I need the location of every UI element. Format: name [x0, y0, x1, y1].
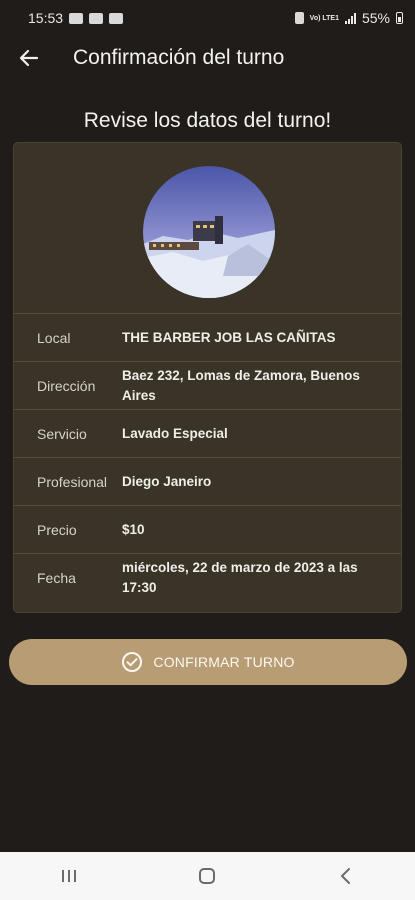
recent-apps-icon [62, 870, 77, 882]
signal-icon [344, 12, 356, 24]
recent-apps-button[interactable] [39, 856, 99, 896]
detail-value: miércoles, 22 de marzo de 2023 a las 17:… [122, 559, 358, 595]
detail-value: Baez 232, Lomas de Zamora, Buenos Aires [122, 367, 360, 403]
detail-row-profesional: Profesional Diego Janeiro [14, 457, 401, 505]
detail-row-precio: Precio $10 [14, 505, 401, 553]
battery-percent: 55% [361, 10, 390, 26]
app-bar: Confirmación del turno [0, 36, 415, 80]
back-button[interactable] [8, 37, 50, 79]
arrow-left-icon [19, 49, 39, 67]
shop-photo [143, 166, 275, 298]
system-nav-bar [0, 852, 415, 900]
detail-label: Local [37, 329, 71, 346]
page-title: Confirmación del turno [73, 46, 285, 69]
back-nav-button[interactable] [316, 856, 376, 896]
detail-label: Fecha [37, 569, 76, 586]
shop-avatar [143, 166, 275, 298]
notification-icon [69, 12, 84, 24]
appointment-card: Local THE BARBER JOB LAS CAÑITAS Direcci… [13, 142, 402, 613]
detail-value: Diego Janeiro [122, 473, 212, 489]
status-time: 15:53 [28, 10, 64, 26]
check-notification-icon [89, 12, 104, 24]
detail-value: $10 [122, 521, 145, 537]
lock-icon [294, 12, 304, 24]
status-bar: 15:53 Vo) LTE1 55% [0, 0, 415, 36]
detail-row-servicio: Servicio Lavado Especial [14, 409, 401, 457]
detail-label: Servicio [37, 425, 87, 442]
check-circle-icon [122, 652, 143, 672]
detail-row-direccion: Dirección Baez 232, Lomas de Zamora, Bue… [14, 361, 401, 409]
back-nav-icon [340, 868, 350, 884]
review-subtitle: Revise los datos del turno! [83, 109, 332, 132]
detail-label: Precio [37, 521, 77, 538]
detail-row-local: Local THE BARBER JOB LAS CAÑITAS [14, 313, 401, 361]
status-bar-right: Vo) LTE1 55% [294, 10, 403, 26]
detail-label: Profesional [37, 473, 108, 490]
status-bar-left: 15:53 [28, 10, 124, 26]
detail-value: Lavado Especial [122, 425, 228, 441]
confirm-appointment-button[interactable]: CONFIRMAR TURNO [9, 639, 407, 685]
home-icon [199, 868, 216, 884]
network-label: Vo) LTE1 [309, 14, 339, 22]
detail-row-fecha: Fecha miércoles, 22 de marzo de 2023 a l… [14, 553, 401, 601]
battery-icon [396, 12, 403, 24]
detail-label: Dirección [37, 377, 96, 394]
home-button[interactable] [177, 856, 237, 896]
appointment-details: Local THE BARBER JOB LAS CAÑITAS Direcci… [14, 313, 401, 601]
detail-value: THE BARBER JOB LAS CAÑITAS [122, 329, 336, 345]
image-notification-icon [109, 12, 124, 24]
confirm-button-label: CONFIRMAR TURNO [153, 654, 295, 670]
